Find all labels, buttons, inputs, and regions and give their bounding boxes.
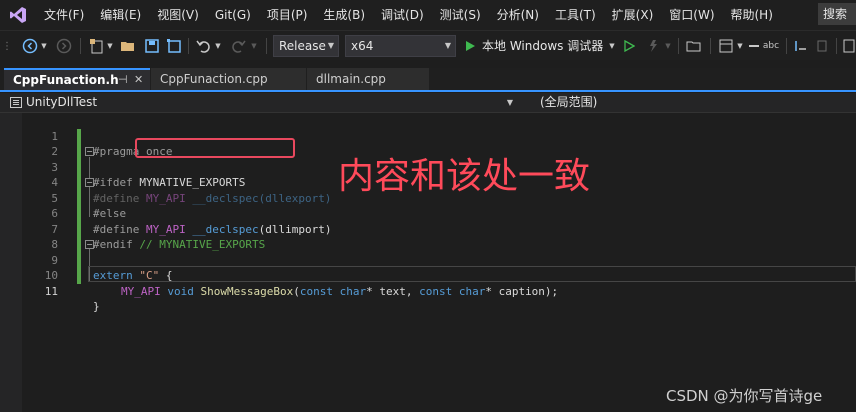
navigate-back-icon[interactable] [20, 36, 40, 56]
visual-studio-logo-icon[interactable] [0, 0, 36, 30]
toolbar-separator [188, 38, 189, 54]
toolbar-grip-icon: ⋮ [2, 40, 12, 52]
back-dropdown-icon[interactable]: ▼ [40, 36, 48, 56]
collapse-icon[interactable]: − [85, 178, 94, 187]
platform-value: x64 [351, 39, 374, 53]
code-line: 8 [0, 222, 856, 251]
toolbar-separator [678, 38, 679, 54]
toolbar: ⋮ ▼ ▼ ▼ ▼ Release ▼ x64 ▼ 本地 Windows 调试器… [0, 30, 856, 60]
redo-icon[interactable] [228, 36, 248, 56]
indent-icon[interactable] [792, 36, 810, 56]
new-dropdown-icon[interactable]: ▼ [106, 36, 114, 56]
menu-tools[interactable]: 工具(T) [547, 0, 604, 30]
menu-test[interactable]: 测试(S) [432, 0, 489, 30]
menu-debug[interactable]: 调试(D) [373, 0, 432, 30]
menu-help[interactable]: 帮助(H) [723, 0, 781, 30]
collapse-icon[interactable]: − [85, 147, 94, 156]
line-number: 11 [44, 284, 58, 298]
configuration-select[interactable]: Release ▼ [273, 35, 339, 57]
annotation-text: 内容和该处一致 [338, 156, 591, 197]
configuration-value: Release [279, 39, 326, 53]
project-dropdown[interactable]: UnityDllTest ▼ [4, 93, 519, 112]
menu-build[interactable]: 生成(B) [315, 0, 373, 30]
tab-label: dllmain.cpp [316, 72, 386, 86]
menu-project[interactable]: 项目(P) [259, 0, 316, 30]
tab-dllmain-cpp[interactable]: dllmain.cpp [307, 68, 429, 90]
code-keyword: const [299, 284, 333, 298]
redo-dropdown-icon[interactable]: ▼ [250, 36, 258, 56]
menu-extensions[interactable]: 扩展(X) [604, 0, 662, 30]
code-brace: } [93, 300, 100, 313]
tab-cppfunaction-cpp[interactable]: CppFunaction.cpp [151, 68, 306, 90]
chevron-down-icon: ▼ [506, 98, 513, 107]
undo-icon[interactable] [194, 36, 214, 56]
menu-file[interactable]: 文件(F) [36, 0, 92, 30]
toggle-comment-icon[interactable] [842, 36, 856, 56]
scope-dropdown[interactable]: (全局范围) [520, 93, 856, 112]
undo-dropdown-icon[interactable]: ▼ [214, 36, 222, 56]
menu-analyze[interactable]: 分析(N) [489, 0, 547, 30]
debugger-dropdown-icon[interactable]: ▼ [608, 36, 616, 56]
platform-select[interactable]: x64 ▼ [345, 35, 456, 57]
code-keyword: char [458, 284, 486, 298]
layout-icon[interactable] [716, 36, 736, 56]
menu-window[interactable]: 窗口(W) [661, 0, 722, 30]
start-debug-icon[interactable] [462, 36, 478, 56]
highlight-box [135, 138, 295, 158]
new-project-icon[interactable] [86, 36, 106, 56]
document-tabs: CppFunaction.h ⊣ ✕ CppFunaction.cpp dllm… [0, 68, 856, 90]
chevron-down-icon: ▼ [444, 41, 451, 50]
scope-name: (全局范围) [540, 95, 598, 109]
save-all-icon[interactable] [164, 36, 184, 56]
hot-reload-icon[interactable] [644, 36, 662, 56]
toolbar-separator [80, 38, 81, 54]
browse-folder-icon[interactable] [684, 36, 704, 56]
toolbar-separator [786, 38, 787, 54]
close-icon[interactable]: ✕ [134, 70, 143, 90]
active-tab-indicator [0, 90, 856, 92]
code-line: 1 #pragma once [0, 113, 856, 159]
tab-label: CppFunaction.h [13, 73, 119, 87]
save-icon[interactable] [142, 36, 162, 56]
menu-view[interactable]: 视图(V) [149, 0, 207, 30]
toolbar-separator [710, 38, 711, 54]
toolbar-separator [266, 38, 267, 54]
hot-reload-dropdown-icon[interactable]: ▼ [664, 36, 672, 56]
code-function: ShowMessageBox [200, 284, 294, 298]
code-keyword: void [167, 284, 194, 298]
watermark: CSDN @为你写首诗ge [666, 387, 823, 405]
start-debugger-button[interactable]: 本地 Windows 调试器 [482, 36, 603, 56]
code-line: 10 MY_API void ShowMessageBox(const char… [0, 253, 856, 298]
spell-check-icon[interactable]: abc [762, 36, 780, 56]
menu-bar: 文件(F) 编辑(E) 视图(V) Git(G) 项目(P) 生成(B) 调试(… [0, 0, 856, 30]
open-folder-icon[interactable] [118, 36, 138, 56]
tab-cppfunaction-h[interactable]: CppFunaction.h ⊣ ✕ [4, 68, 150, 90]
navigate-forward-icon[interactable] [54, 36, 74, 56]
code-line: 11 } [0, 268, 856, 314]
code-keyword: const [419, 284, 453, 298]
code-line: 2 [0, 129, 856, 158]
project-name: UnityDllTest [26, 95, 98, 109]
code-keyword: char [339, 284, 367, 298]
layout-dropdown-icon[interactable]: ▼ [736, 36, 744, 56]
tab-label: CppFunaction.cpp [160, 72, 268, 86]
start-without-debugging-icon[interactable] [620, 36, 638, 56]
project-icon [10, 97, 22, 108]
outdent-icon[interactable] [812, 36, 830, 56]
chevron-down-icon: ▼ [327, 41, 334, 50]
code-text: * caption); [485, 284, 559, 298]
menu-edit[interactable]: 编辑(E) [92, 0, 149, 30]
code-macro: MY_API [121, 284, 161, 298]
code-line: 9 extern "C" { [0, 237, 856, 283]
collapse-icon[interactable]: − [85, 240, 94, 249]
search-box[interactable]: 搜索 [818, 3, 856, 25]
toolbar-separator [836, 38, 837, 54]
code-line: 7 #endif // MYNATIVE_EXPORTS [0, 206, 856, 252]
code-text: ( [293, 284, 300, 298]
toolbar-overflow-icon[interactable] [746, 36, 762, 56]
code-text: * text, [366, 284, 420, 298]
pin-icon[interactable]: ⊣ [118, 70, 128, 90]
navigation-bar: UnityDllTest ▼ (全局范围) [0, 93, 856, 113]
menu-git[interactable]: Git(G) [207, 0, 259, 30]
